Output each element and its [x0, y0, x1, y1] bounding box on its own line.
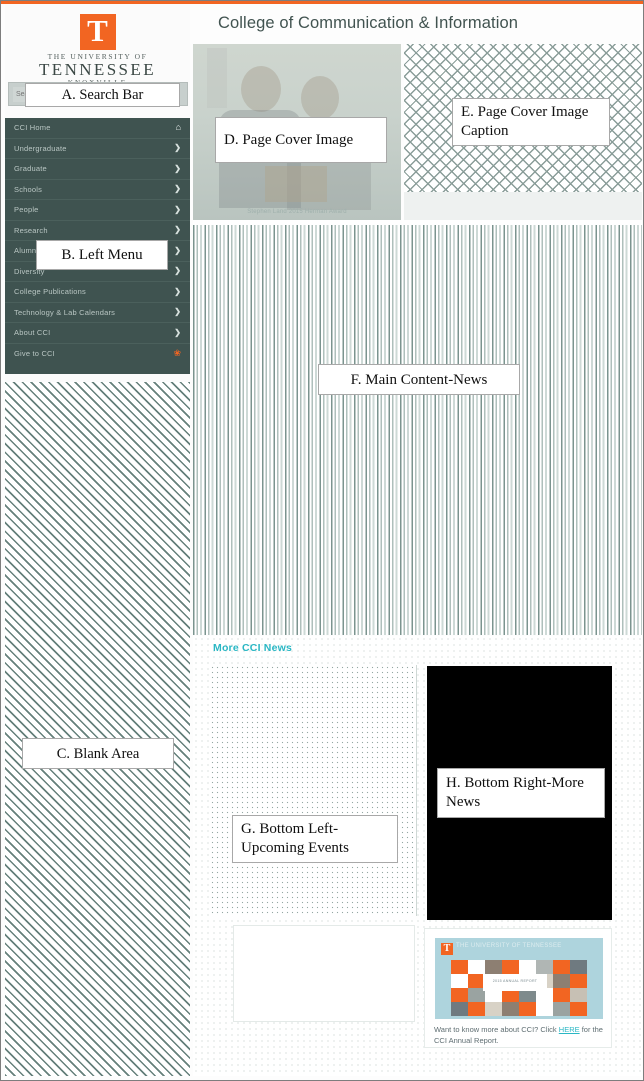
annotation-e-page-cover-image-caption: E. Page Cover Image Caption: [452, 98, 610, 146]
more-cci-news-heading: More CCI News: [213, 642, 293, 654]
annotation-d-page-cover-image: D. Page Cover Image: [215, 117, 387, 163]
chevron-right-icon: ❯: [174, 184, 181, 194]
gift-icon: ❀: [173, 348, 181, 359]
sidebar-item-cci-home[interactable]: CCI Home ⌂: [5, 118, 190, 139]
sidebar-item-about-cci[interactable]: About CCI ❯: [5, 323, 190, 344]
sidebar-item-label: Technology & Lab Calendars: [14, 307, 116, 317]
annual-report-here-link[interactable]: HERE: [559, 1025, 580, 1034]
annotation-h-bottom-right-more-news: H. Bottom Right-More News: [437, 768, 605, 818]
university-logo[interactable]: THE UNIVERSITY OF TENNESSEE KNOXVILLE: [5, 8, 190, 87]
sidebar-item-label: Graduate: [14, 164, 47, 174]
sidebar-item-graduate[interactable]: Graduate ❯: [5, 159, 190, 180]
photo-person-head-right: [301, 76, 339, 120]
page-title: College of Communication & Information: [218, 14, 519, 32]
chevron-right-icon: ❯: [174, 225, 181, 235]
annotation-a-search-bar: A. Search Bar: [25, 83, 180, 107]
chevron-right-icon: ❯: [174, 204, 181, 214]
sidebar-item-label: People: [14, 205, 39, 215]
sidebar-item-schools[interactable]: Schools ❯: [5, 180, 190, 200]
sidebar-item-technology-lab-calendars[interactable]: Technology & Lab Calendars ❯: [5, 303, 190, 323]
home-icon: ⌂: [175, 122, 181, 133]
sidebar-item-college-publications[interactable]: College Publications ❯: [5, 282, 190, 303]
sidebar-item-label: College Publications: [14, 287, 86, 297]
ut-power-t-icon: [79, 12, 116, 50]
sidebar-item-label: Alumni: [14, 246, 39, 256]
sidebar-item-label: Schools: [14, 184, 43, 194]
ut-power-t-icon-small: [441, 942, 453, 955]
university-line-2: TENNESSEE: [39, 60, 156, 79]
sidebar-item-label: Undergraduate: [14, 143, 67, 153]
blank-area-region: [5, 382, 190, 1076]
annual-report-center-text: 2015 ANNUAL REPORT: [492, 979, 538, 983]
sidebar-item-research[interactable]: Research ❯: [5, 221, 190, 241]
photo-award-plaque: [265, 166, 327, 202]
page-root: THE UNIVERSITY OF TENNESSEE KNOXVILLE CC…: [0, 0, 644, 1081]
annotation-b-left-menu: B. Left Menu: [36, 240, 168, 270]
sidebar-item-give-to-cci[interactable]: Give to CCI ❀: [5, 344, 190, 365]
cover-photo-caption: Stephen Land 2015 Herman Award: [247, 209, 347, 215]
annual-report-blurb-before: Want to know more about CCI? Click: [434, 1025, 559, 1034]
sidebar-item-label: Research: [14, 225, 48, 235]
annual-report-widget[interactable]: THE UNIVERSITY OF TENNESSEE: [424, 928, 612, 1048]
sidebar-item-label: CCI Home: [14, 123, 51, 133]
annual-report-cover-image[interactable]: THE UNIVERSITY OF TENNESSEE: [435, 938, 603, 1019]
main-content-news-region: [193, 225, 642, 635]
annual-report-blurb: Want to know more about CCI? Click HERE …: [434, 1024, 606, 1046]
cover-caption-under-strip: [404, 192, 642, 220]
sidebar-item-undergraduate[interactable]: Undergraduate ❯: [5, 139, 190, 159]
chevron-right-icon: ❯: [174, 286, 181, 296]
chevron-right-icon: ❯: [174, 307, 181, 317]
annual-report-logo-text: THE UNIVERSITY OF TENNESSEE: [456, 943, 562, 949]
photo-backdrop-panel: [207, 48, 227, 108]
chevron-right-icon: ❯: [174, 327, 181, 337]
chevron-right-icon: ❯: [174, 245, 181, 255]
chevron-right-icon: ❯: [174, 143, 181, 153]
sidebar-item-label: About CCI: [14, 328, 51, 338]
chevron-right-icon: ❯: [174, 266, 181, 276]
annual-report-center-label: 2015 ANNUAL REPORT: [483, 974, 547, 991]
chevron-right-icon: ❯: [174, 163, 181, 173]
sidebar-item-label: Give to CCI: [14, 349, 55, 359]
annotation-f-main-content-news: F. Main Content-News: [318, 364, 520, 395]
annotation-g-bottom-left-upcoming-events: G. Bottom Left-Upcoming Events: [232, 815, 398, 863]
photo-person-head-left: [241, 66, 281, 112]
bottom-left-white-panel: [233, 925, 415, 1022]
annotation-c-blank-area: C. Blank Area: [22, 738, 174, 769]
bottom-left-upcoming-events-region: [210, 665, 417, 916]
sidebar-item-people[interactable]: People ❯: [5, 200, 190, 221]
